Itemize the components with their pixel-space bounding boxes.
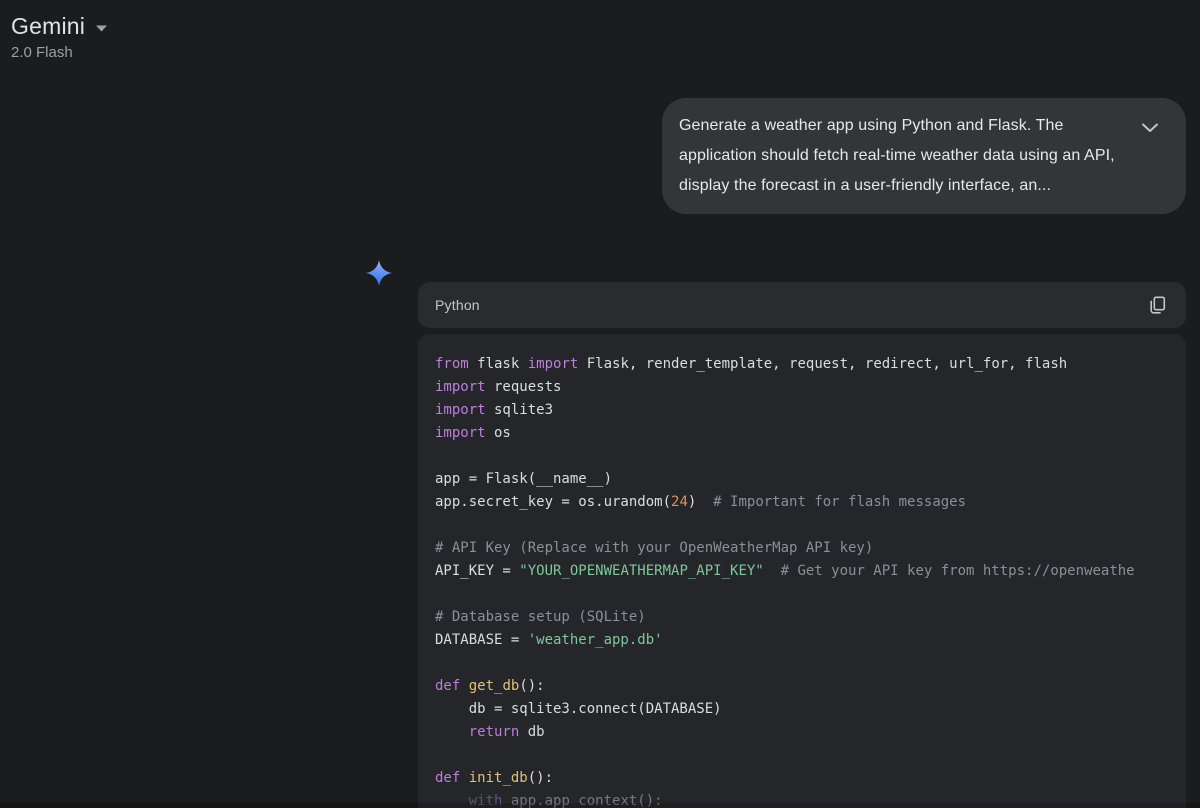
code-token-number: 24: [671, 494, 688, 510]
code-token-plain: ():: [528, 770, 553, 786]
code-line: [435, 514, 1169, 537]
code-line: def init_db():: [435, 767, 1169, 790]
code-token-plain: db = sqlite3.connect(DATABASE): [435, 701, 722, 717]
code-token-keyword: def: [435, 770, 460, 786]
code-token-keyword: from: [435, 356, 469, 372]
dropdown-caret-icon: [95, 19, 108, 37]
code-language-label: Python: [435, 297, 480, 313]
code-line: # API Key (Replace with your OpenWeather…: [435, 537, 1169, 560]
code-block-body: from flask import Flask, render_template…: [418, 334, 1186, 808]
code-token-keyword: return: [469, 724, 520, 740]
code-line: DATABASE = 'weather_app.db': [435, 629, 1169, 652]
code-token-string: 'weather_app.db': [528, 632, 663, 648]
code-token-keyword: import: [435, 425, 486, 441]
copy-icon: [1148, 296, 1166, 314]
code-block-header: Python: [418, 282, 1186, 328]
code-line: import requests: [435, 376, 1169, 399]
code-token-plain: os: [486, 425, 511, 441]
expand-message-button[interactable]: [1136, 114, 1164, 142]
code-token-comment: # API Key (Replace with your OpenWeather…: [435, 540, 873, 556]
window-bottom-edge: [0, 803, 1200, 808]
model-label: 2.0 Flash: [11, 44, 108, 61]
code-line: app.secret_key = os.urandom(24) # Import…: [435, 491, 1169, 514]
gemini-sparkle-icon: [365, 259, 393, 287]
code-token-string: "YOUR_OPENWEATHERMAP_API_KEY": [519, 563, 763, 579]
code-token-plain: [460, 770, 468, 786]
code-line: [435, 445, 1169, 468]
code-token-comment: # Database setup (SQLite): [435, 609, 646, 625]
code-line: # Database setup (SQLite): [435, 606, 1169, 629]
code-content: from flask import Flask, render_template…: [418, 334, 1186, 808]
code-token-plain: flask: [469, 356, 528, 372]
code-token-plain: requests: [486, 379, 562, 395]
code-line: app = Flask(__name__): [435, 468, 1169, 491]
code-line: db = sqlite3.connect(DATABASE): [435, 698, 1169, 721]
user-message-text: Generate a weather app using Python and …: [679, 111, 1116, 201]
code-line: API_KEY = "YOUR_OPENWEATHERMAP_API_KEY" …: [435, 560, 1169, 583]
code-line: from flask import Flask, render_template…: [435, 353, 1169, 376]
page: Gemini 2.0 Flash Generate a weather app …: [0, 0, 1200, 808]
code-token-plain: sqlite3: [486, 402, 553, 418]
code-token-keyword: def: [435, 678, 460, 694]
app-title: Gemini: [11, 13, 85, 40]
code-token-plain: DATABASE =: [435, 632, 528, 648]
code-token-keyword: import: [435, 402, 486, 418]
code-line: import os: [435, 422, 1169, 445]
code-line: def get_db():: [435, 675, 1169, 698]
app-header: Gemini 2.0 Flash: [11, 13, 108, 61]
model-switcher-button[interactable]: Gemini: [11, 13, 108, 40]
copy-code-button[interactable]: [1142, 290, 1172, 320]
code-line: [435, 652, 1169, 675]
code-token-plain: app.secret_key = os.urandom(: [435, 494, 671, 510]
code-line: import sqlite3: [435, 399, 1169, 422]
code-token-plain: app = Flask(__name__): [435, 471, 612, 487]
chevron-down-icon: [1141, 123, 1159, 133]
code-token-keyword: import: [435, 379, 486, 395]
code-line: [435, 583, 1169, 606]
user-message-bubble: Generate a weather app using Python and …: [662, 98, 1186, 214]
code-token-comment: # Get your API key from https://openweat…: [781, 563, 1135, 579]
code-token-comment: # Important for flash messages: [713, 494, 966, 510]
code-token-plain: API_KEY =: [435, 563, 519, 579]
code-token-plain: Flask, render_template, request, redirec…: [578, 356, 1067, 372]
code-token-plain: [435, 724, 469, 740]
code-line: return db: [435, 721, 1169, 744]
code-token-plain: ): [688, 494, 713, 510]
code-token-function: get_db: [469, 678, 520, 694]
code-token-function: init_db: [469, 770, 528, 786]
code-line: [435, 744, 1169, 767]
code-token-plain: [764, 563, 781, 579]
code-token-plain: [460, 678, 468, 694]
code-token-plain: db: [519, 724, 544, 740]
code-token-plain: ():: [519, 678, 544, 694]
code-token-keyword: import: [528, 356, 579, 372]
